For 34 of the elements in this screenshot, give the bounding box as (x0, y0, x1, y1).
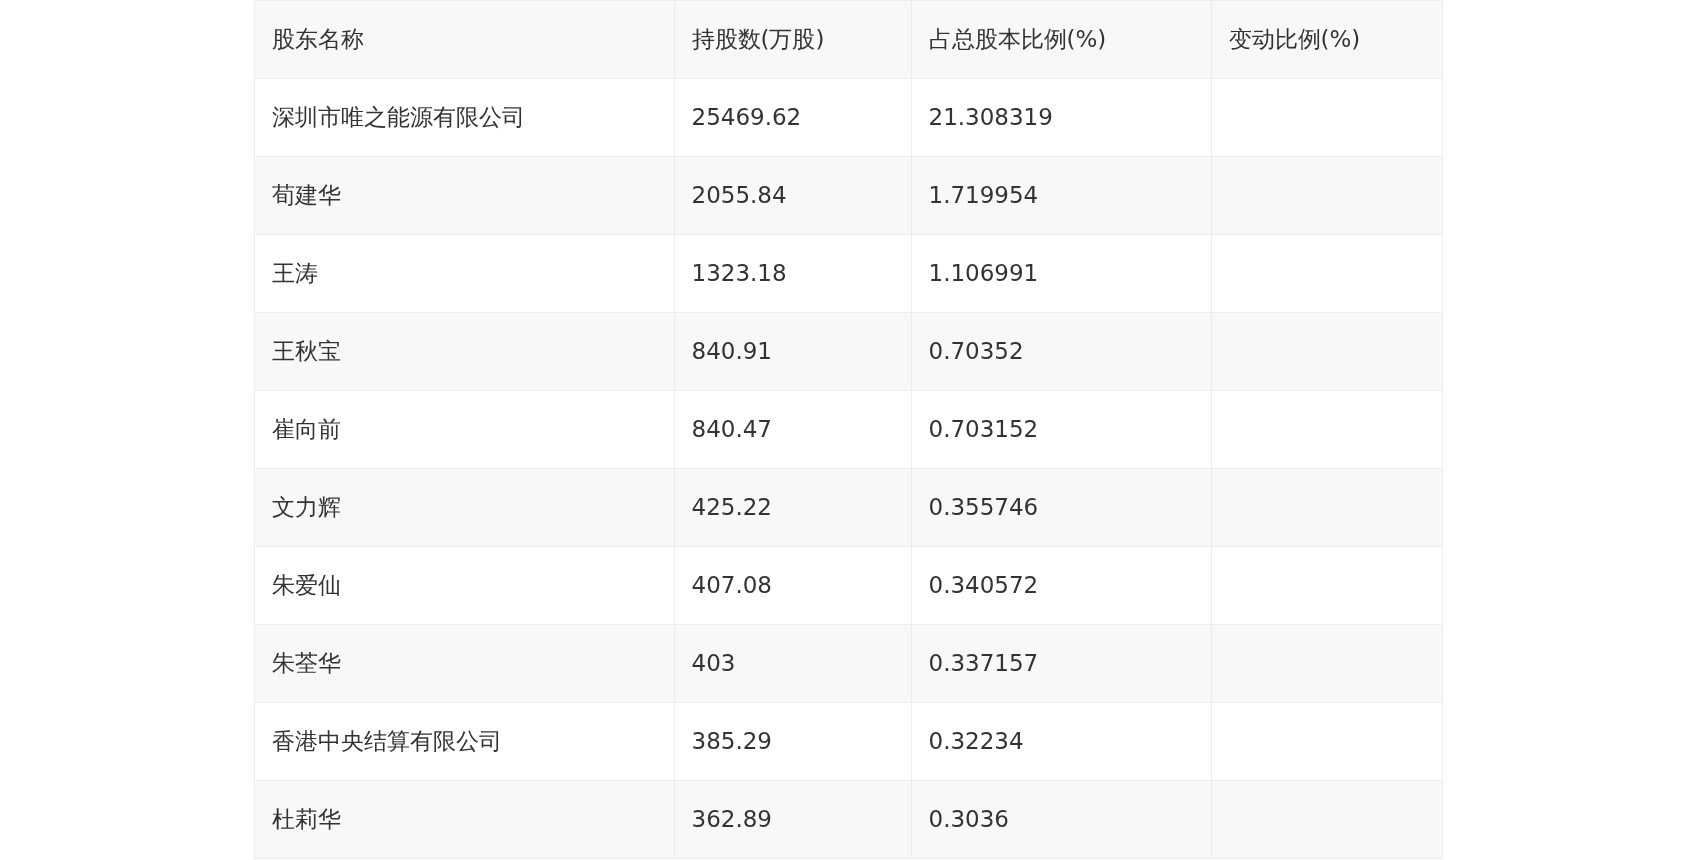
table-cell: 朱爱仙 (254, 546, 674, 625)
table-cell: 朱荃华 (254, 624, 674, 703)
table-cell: 25469.62 (674, 78, 911, 157)
table-cell: 2055.84 (674, 156, 911, 235)
table-cell: 840.91 (674, 312, 911, 391)
table-cell: 0.32234 (911, 702, 1211, 781)
column-header: 占总股本比例(%) (911, 0, 1211, 79)
table-cell: 362.89 (674, 780, 911, 859)
table-cell: 香港中央结算有限公司 (254, 702, 674, 781)
table-cell: 403 (674, 624, 911, 703)
table-cell: 407.08 (674, 546, 911, 625)
table-cell: 杜莉华 (254, 780, 674, 859)
table-cell: 王涛 (254, 234, 674, 313)
table-cell: 1.719954 (911, 156, 1211, 235)
table-cell: 0.337157 (911, 624, 1211, 703)
table-cell: 0.70352 (911, 312, 1211, 391)
table-cell: 文力辉 (254, 468, 674, 547)
table-cell: 0.3036 (911, 780, 1211, 859)
table-cell: 0.355746 (911, 468, 1211, 547)
table-cell: 425.22 (674, 468, 911, 547)
table-cell: 840.47 (674, 390, 911, 469)
table-cell: 0.703152 (911, 390, 1211, 469)
table-cell: 21.308319 (911, 78, 1211, 157)
table-cell: 王秋宝 (254, 312, 674, 391)
table-cell: 崔向前 (254, 390, 674, 469)
table-cell: 1.106991 (911, 234, 1211, 313)
table-cell: 0.340572 (911, 546, 1211, 625)
column-header: 持股数(万股) (674, 0, 911, 79)
table-cell: 荀建华 (254, 156, 674, 235)
column-header: 股东名称 (254, 0, 674, 79)
table-cell: 385.29 (674, 702, 911, 781)
column-header: 变动比例(%) (1211, 0, 1442, 79)
table-cell: 1323.18 (674, 234, 911, 313)
table-cell: 深圳市唯之能源有限公司 (254, 78, 674, 157)
